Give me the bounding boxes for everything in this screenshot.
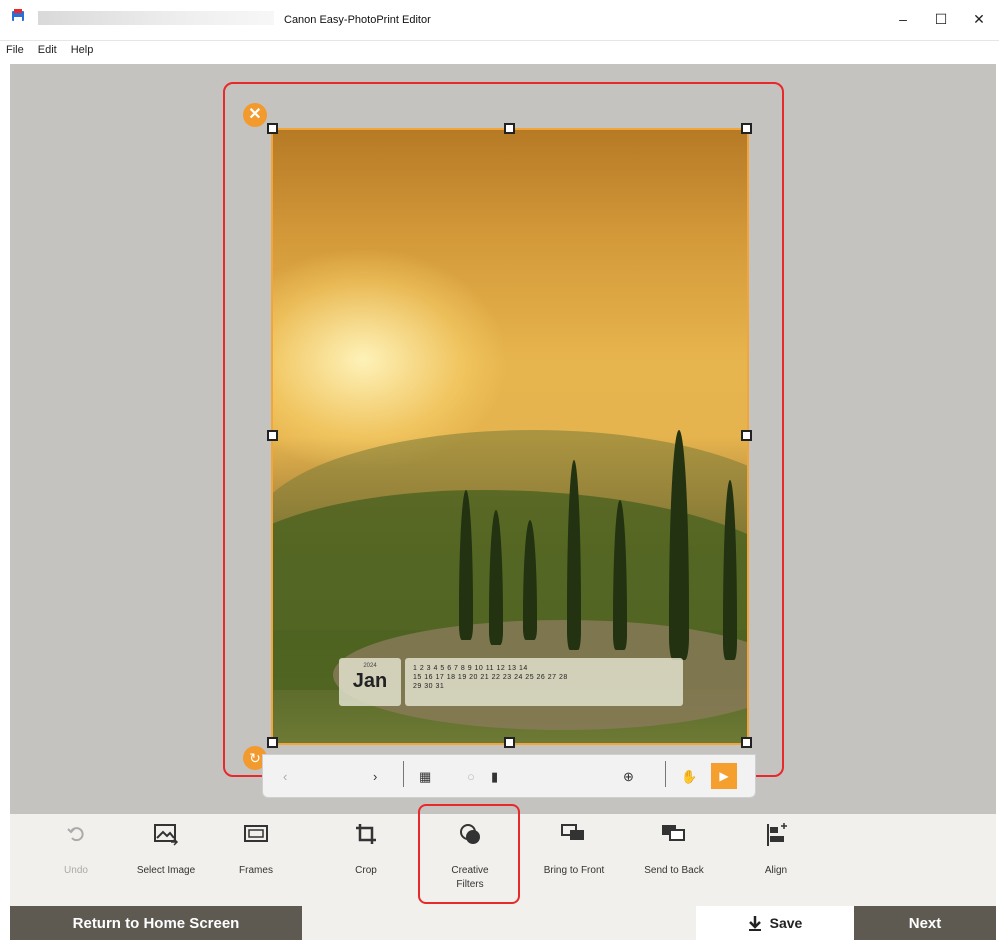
minimize-button[interactable]: –: [888, 8, 918, 30]
download-icon: [748, 916, 761, 931]
footer-spacer: [302, 906, 696, 940]
next-icon[interactable]: ›: [373, 769, 377, 784]
next-button[interactable]: Next: [854, 906, 996, 940]
blurred-file-name: [38, 11, 274, 25]
resize-handle-top-left[interactable]: [267, 123, 278, 134]
frames-button[interactable]: Frames: [206, 814, 306, 906]
resize-handle-top-right[interactable]: [741, 123, 752, 134]
menu-file[interactable]: File: [4, 44, 26, 62]
delete-icon[interactable]: ✕: [243, 103, 267, 127]
send-to-back-label: Send to Back: [644, 865, 704, 876]
bring-to-front-icon: [524, 822, 624, 848]
menu-bar: File Edit Help: [4, 44, 95, 62]
undo-button[interactable]: Undo: [26, 814, 126, 906]
align-icon: [726, 822, 826, 848]
maximize-button[interactable]: ☐: [926, 8, 956, 30]
resize-handle-top[interactable]: [504, 123, 515, 134]
crop-label: Crop: [355, 865, 377, 876]
crop-icon: [316, 822, 416, 848]
frames-icon: [206, 822, 306, 848]
crop-button[interactable]: Crop: [316, 814, 416, 906]
bring-to-front-label: Bring to Front: [543, 865, 605, 876]
close-button[interactable]: ✕: [964, 8, 994, 30]
select-image-icon: [116, 822, 216, 848]
bring-to-front-button[interactable]: Bring to Front: [524, 814, 624, 906]
select-image-label: Select Image: [136, 865, 196, 876]
apply-icon[interactable]: ▶: [711, 763, 737, 789]
send-to-back-icon: [624, 822, 724, 848]
creative-filters-highlight: [418, 804, 520, 904]
resize-handle-bottom-left[interactable]: [267, 737, 278, 748]
return-home-button[interactable]: Return to Home Screen: [10, 906, 302, 940]
zoom-out-icon[interactable]: ○: [467, 769, 475, 784]
resize-handle-right[interactable]: [741, 430, 752, 441]
undo-icon: [26, 822, 126, 848]
save-label: Save: [769, 915, 803, 931]
undo-label: Undo: [64, 865, 88, 876]
resize-handle-left[interactable]: [267, 430, 278, 441]
pan-icon[interactable]: ✋: [681, 769, 697, 785]
grid-icon[interactable]: ▦: [419, 769, 431, 785]
title-bar: Canon Easy-PhotoPrint Editor – ☐ ✕: [0, 0, 999, 41]
select-image-button[interactable]: Select Image: [116, 814, 216, 906]
send-to-back-button[interactable]: Send to Back: [624, 814, 724, 906]
app-icon: [12, 9, 24, 21]
frames-label: Frames: [239, 865, 273, 876]
previous-icon[interactable]: ‹: [283, 769, 287, 784]
align-label: Align: [764, 865, 788, 876]
image-toolbar: ‹ › ▦ ○ ▮ ⊕ ✋ ▶: [262, 754, 756, 798]
menu-help[interactable]: Help: [69, 44, 96, 62]
align-button[interactable]: Align: [726, 814, 826, 906]
zoom-in-icon[interactable]: ⊕: [623, 769, 634, 785]
footer-bar: Return to Home Screen Save Next: [10, 906, 996, 940]
resize-handle-bottom[interactable]: [504, 737, 515, 748]
save-button[interactable]: Save: [696, 906, 854, 940]
divider: [403, 761, 404, 787]
resize-handle-bottom-right[interactable]: [741, 737, 752, 748]
menu-edit[interactable]: Edit: [36, 44, 59, 62]
slider-thumb-icon[interactable]: ▮: [491, 769, 498, 785]
selection-highlight: [223, 82, 784, 777]
window-title: Canon Easy-PhotoPrint Editor: [284, 14, 431, 26]
divider: [665, 761, 666, 787]
